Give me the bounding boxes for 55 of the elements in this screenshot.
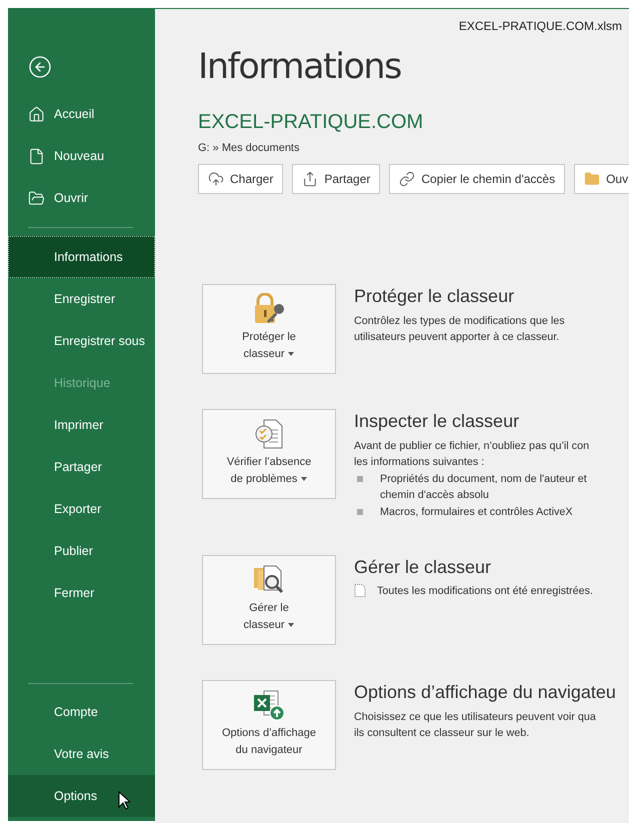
- action-button[interactable]: Protéger le classeur: [202, 284, 336, 374]
- document-icon: [28, 148, 45, 164]
- bullet-icon: [357, 509, 363, 515]
- page-title: Informations: [198, 47, 402, 87]
- checklist-document-icon: [254, 418, 284, 450]
- back-button[interactable]: [28, 55, 52, 79]
- spreadsheet-upload-icon: [252, 689, 286, 721]
- workbook-name: EXCEL-PRATIQUE.COM: [198, 111, 424, 134]
- sidebar-item[interactable]: Imprimer: [8, 404, 155, 446]
- sidebar-item[interactable]: Informations: [8, 236, 155, 278]
- action-button[interactable]: Options d’affichage du navigateur: [202, 680, 336, 770]
- cursor-icon: [118, 791, 130, 810]
- status-text: Toutes les modifications ont été enregistrées.: [377, 584, 594, 596]
- section-title: Options d’affichage du navigateu: [354, 682, 616, 703]
- caret-icon: [288, 352, 294, 356]
- section-description: Choisissez ce que les utilisateurs peuvent voir qua ils consultent ce classeur sur le web.: [354, 710, 597, 741]
- documents-magnifier-icon: [252, 564, 286, 596]
- sidebar-item[interactable]: Publier: [8, 530, 155, 572]
- sidebar-item[interactable]: Ouvrir: [8, 177, 155, 219]
- caret-icon: [301, 477, 308, 482]
- sidebar-item[interactable]: Compte: [8, 691, 155, 733]
- sidebar-item[interactable]: Options: [8, 775, 155, 817]
- bullet-icon: [357, 476, 363, 482]
- file-name: EXCEL-PRATIQUE.COM.xlsm: [458, 19, 622, 33]
- sidebar-item[interactable]: Partager: [8, 446, 155, 488]
- section-title: Protéger le classeur: [354, 286, 516, 307]
- section-description: Contrôlez les types de modifications que les utilisateurs peuvent apporter à ce classeur.: [354, 314, 565, 345]
- share-icon: [302, 171, 318, 187]
- toolbar-button[interactable]: Partager: [292, 164, 380, 194]
- section-title: Inspecter le classeur: [354, 411, 520, 432]
- sidebar-item[interactable]: Enregistrer sous: [8, 320, 155, 362]
- action-button[interactable]: Gérer le classeur: [202, 555, 336, 645]
- sidebar-item[interactable]: Fermer: [8, 572, 155, 614]
- open-folder-icon: [28, 190, 45, 206]
- bullet-text: Macros, formulaires et contrôles ActiveX: [380, 505, 573, 520]
- document-icon: [354, 584, 366, 597]
- caret-icon: [288, 623, 294, 628]
- toolbar-button[interactable]: Charger: [198, 164, 284, 194]
- file-path: G: » Mes documents: [198, 142, 300, 154]
- home-icon: [28, 106, 45, 122]
- action-button[interactable]: Vérifier l’absence de problèmes: [202, 409, 336, 499]
- lock-key-icon: [252, 293, 286, 325]
- sidebar-item[interactable]: Nouveau: [8, 135, 155, 177]
- folder-icon: [584, 171, 600, 187]
- section-title: Gérer le classeur: [354, 557, 492, 578]
- sidebar-item[interactable]: Exporter: [8, 488, 155, 530]
- toolbar-button[interactable]: Copier le chemin d'accès: [389, 164, 566, 194]
- sidebar-item[interactable]: Enregistrer: [8, 278, 155, 320]
- sidebar-item[interactable]: Accueil: [8, 93, 155, 135]
- toolbar-button[interactable]: Ouv: [574, 164, 629, 194]
- cloud-upload-icon: [208, 171, 224, 187]
- sidebar-item[interactable]: Votre avis: [8, 733, 155, 775]
- bullet-text: Propriétés du document, nom de l'auteur et chemin d'accès absolu: [380, 472, 587, 503]
- link-icon: [399, 171, 416, 187]
- section-description: Avant de publier ce fichier, n’oubliez pas qu’il con les informations suivantes :: [354, 439, 590, 470]
